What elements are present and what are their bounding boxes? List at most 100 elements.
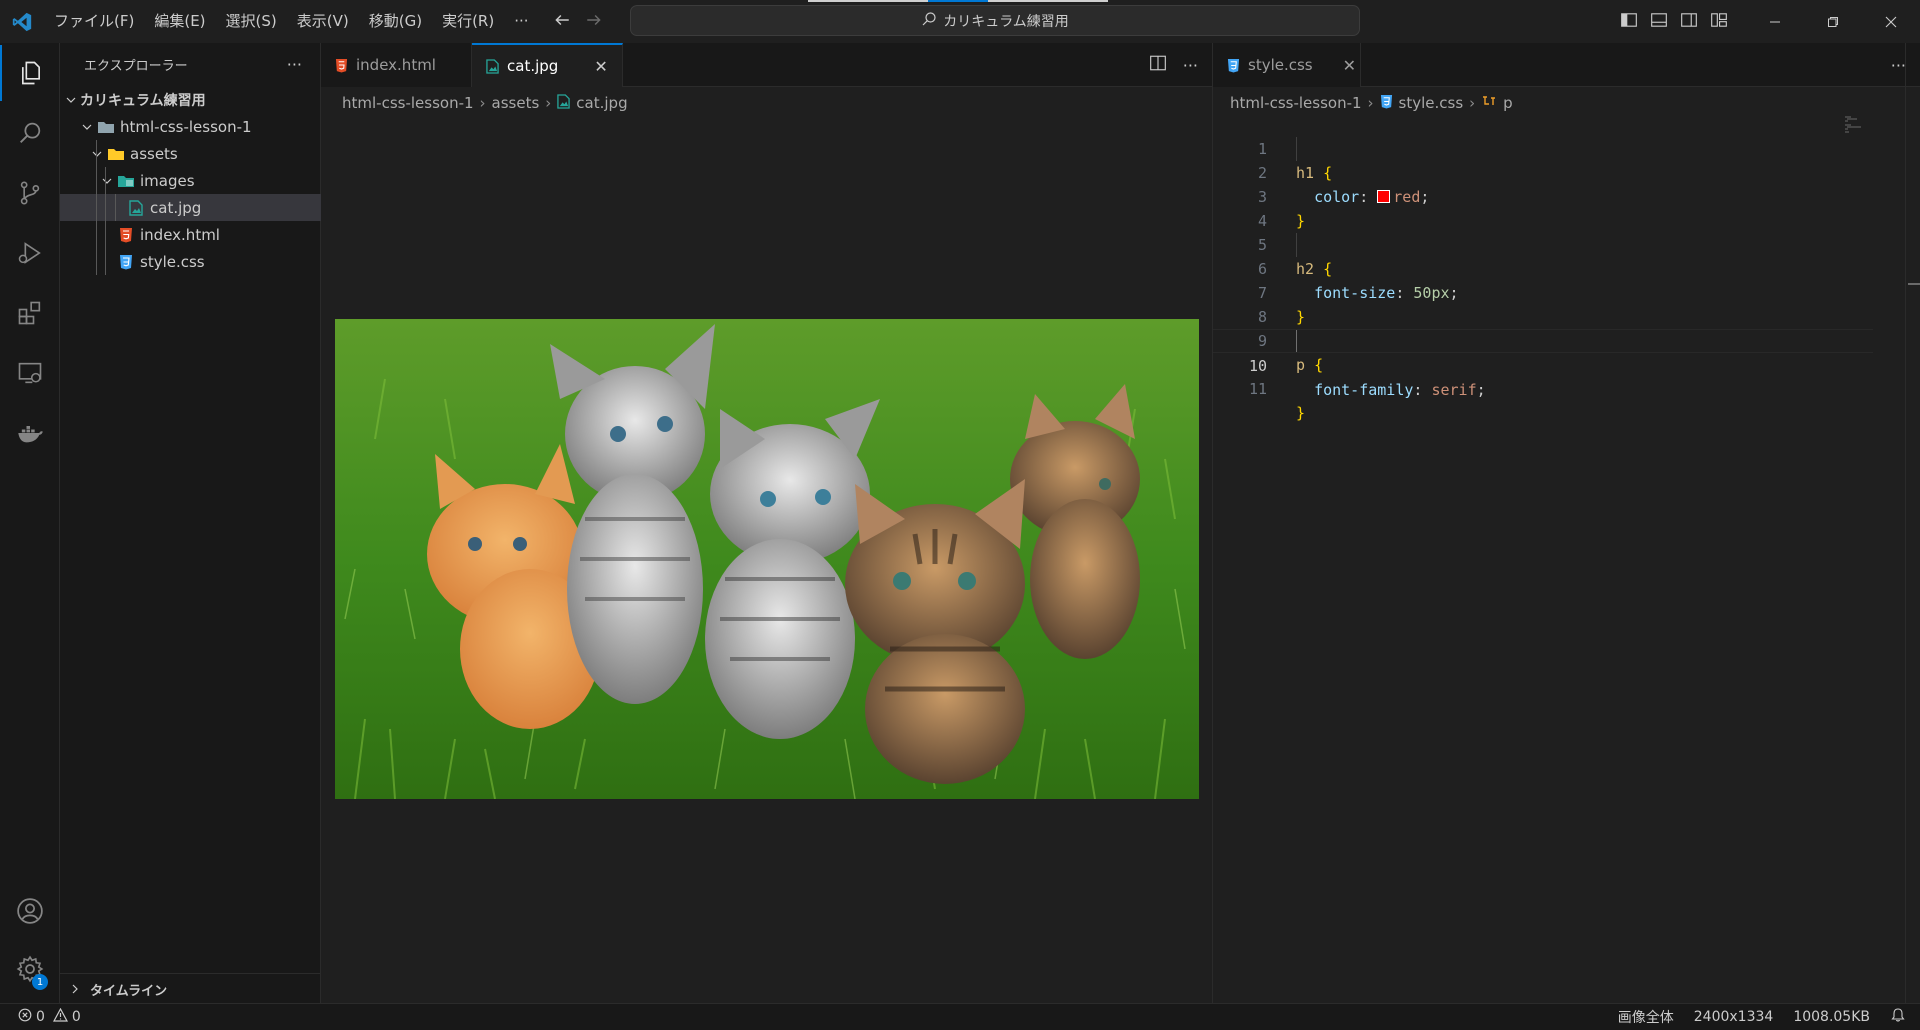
chevron-right-icon [60, 983, 90, 995]
workspace-name: カリキュラム練習用 [80, 92, 206, 109]
title-progress-indicator [808, 0, 1108, 2]
activity-bar: 1 [0, 43, 60, 1003]
explorer-title: エクスプローラー [84, 59, 188, 74]
explorer-more-button[interactable]: ··· [287, 55, 302, 74]
close-window-icon[interactable] [1862, 0, 1920, 43]
code-line: 6 font-size: 50px; [1213, 233, 1873, 302]
command-center-search[interactable]: カリキュラム練習用 [630, 5, 1360, 36]
window-controls [1746, 0, 1920, 43]
menu-selection[interactable]: 選択(S) [216, 0, 287, 43]
menu-go[interactable]: 移動(G) [359, 0, 432, 43]
notification-badge: 1 [32, 974, 48, 990]
symbol-selector-icon [1481, 94, 1497, 112]
customize-layout-icon[interactable] [1710, 11, 1728, 33]
minimap[interactable] [1843, 115, 1873, 135]
extensions-icon[interactable] [0, 285, 60, 341]
tree-item-assets[interactable]: assets [60, 140, 348, 167]
code-line: 4 [1213, 185, 1873, 230]
image-preview[interactable] [335, 319, 1199, 799]
manage-gear-icon[interactable]: 1 [0, 941, 60, 997]
code-line: 9 p { [1213, 305, 1873, 374]
code-line: 3 } [1213, 161, 1873, 230]
tab-label: style.css [1248, 56, 1313, 74]
breadcrumb-item[interactable]: p [1503, 94, 1513, 112]
tree-item-label: style.css [140, 252, 205, 271]
explorer-icon[interactable] [0, 45, 60, 101]
breadcrumb-item[interactable]: html-css-lesson-1 [342, 94, 474, 112]
tree-indent-guide [115, 194, 116, 221]
tree-indent-guide [96, 140, 97, 275]
remote-explorer-icon[interactable] [0, 345, 60, 401]
search-icon[interactable] [0, 105, 60, 161]
split-editor-icon[interactable] [1149, 54, 1167, 76]
breadcrumb-separator-icon: › [545, 94, 552, 112]
error-count: 0 [36, 1009, 45, 1025]
breadcrumb-item[interactable]: cat.jpg [576, 94, 627, 112]
minimize-icon[interactable] [1746, 0, 1804, 43]
layout-controls [1620, 0, 1728, 43]
menu-run[interactable]: 実行(R) [432, 0, 504, 43]
menu-edit[interactable]: 編集(E) [144, 0, 215, 43]
css-file-icon [116, 254, 136, 270]
breadcrumb-item[interactable]: html-css-lesson-1 [1230, 94, 1362, 112]
menu-file[interactable]: ファイル(F) [44, 0, 144, 43]
tree-item-project[interactable]: html-css-lesson-1 [60, 113, 338, 140]
tree-item-label: images [140, 171, 195, 190]
workspace-folder-row[interactable]: カリキュラム練習用 [60, 86, 322, 113]
menu-view[interactable]: 表示(V) [287, 0, 359, 43]
run-debug-icon[interactable] [0, 225, 60, 281]
accounts-icon[interactable] [0, 883, 60, 939]
tree-indent-guide [105, 167, 106, 275]
docker-icon[interactable] [0, 405, 60, 461]
chevron-down-icon [98, 175, 116, 187]
error-icon [18, 1008, 32, 1026]
image-zoom-status[interactable]: 画像全体 [1618, 1007, 1674, 1027]
toggle-secondary-sidebar-icon[interactable] [1680, 11, 1698, 33]
folder-images-icon [116, 174, 136, 188]
toggle-primary-sidebar-icon[interactable] [1620, 11, 1638, 33]
status-right-items: 画像全体 2400x1334 1008.05KB [1618, 1007, 1906, 1027]
close-tab-icon[interactable]: ✕ [1343, 56, 1356, 75]
back-arrow-icon[interactable] [553, 11, 571, 33]
kittens-photo [335, 319, 1199, 799]
code-line: 1 h1 { [1213, 113, 1873, 182]
editor-group-left: index.html cat.jpg ✕ ··· html-css-lesson… [321, 43, 1212, 1003]
chevron-down-icon [78, 121, 96, 133]
forward-arrow-icon[interactable] [585, 11, 603, 33]
breadcrumb-item[interactable]: style.css [1399, 94, 1464, 112]
status-bar: 0 0 画像全体 2400x1334 1008.05KB [0, 1003, 1920, 1030]
css-file-icon [1380, 94, 1393, 113]
brace: } [1296, 404, 1306, 422]
image-size-status: 1008.05KB [1793, 1009, 1870, 1025]
breadcrumb-item[interactable]: assets [492, 94, 540, 112]
more-actions-button[interactable]: ··· [1891, 56, 1906, 75]
code-editor[interactable]: 1 h1 { 2 color: red; 3 } 4 5 h2 { 6 font… [1213, 113, 1873, 422]
restore-icon[interactable] [1804, 0, 1862, 43]
vertical-scrollbar[interactable] [1905, 43, 1920, 1003]
explorer-sidebar: エクスプローラー ··· カリキュラム練習用 html-css-lesson-1… [60, 43, 386, 1004]
css-value: serif [1431, 381, 1477, 399]
vscode-logo-icon[interactable] [0, 0, 44, 43]
menu-more-button[interactable]: ··· [504, 0, 538, 43]
breadcrumb-separator-icon: › [1367, 94, 1374, 112]
tab-index-html[interactable]: index.html [321, 43, 472, 87]
problems-indicator[interactable]: 0 0 [18, 1007, 81, 1026]
source-control-icon[interactable] [0, 165, 60, 221]
more-actions-button[interactable]: ··· [1183, 56, 1198, 75]
toggle-panel-icon[interactable] [1650, 11, 1668, 33]
tab-label: index.html [356, 56, 436, 74]
code-line: 2 color: red; [1213, 137, 1873, 206]
timeline-section[interactable]: タイムライン [60, 973, 320, 1004]
warning-count: 0 [71, 1009, 81, 1025]
close-tab-icon[interactable]: ✕ [594, 57, 607, 76]
editor-group-right: style.css ✕ ··· html-css-lesson-1 › styl… [1212, 43, 1920, 1003]
image-file-icon [557, 93, 571, 113]
warning-icon [52, 1007, 68, 1026]
tab-style-css[interactable]: style.css ✕ [1213, 43, 1361, 87]
tree-item-label: html-css-lesson-1 [120, 117, 252, 136]
editor-tabs: index.html cat.jpg ✕ ··· [321, 43, 1212, 87]
tab-cat-jpg[interactable]: cat.jpg ✕ [472, 43, 623, 87]
css-file-icon [1227, 58, 1240, 73]
notifications-bell-icon[interactable] [1890, 1007, 1906, 1027]
code-line: 5 h2 { [1213, 209, 1873, 278]
